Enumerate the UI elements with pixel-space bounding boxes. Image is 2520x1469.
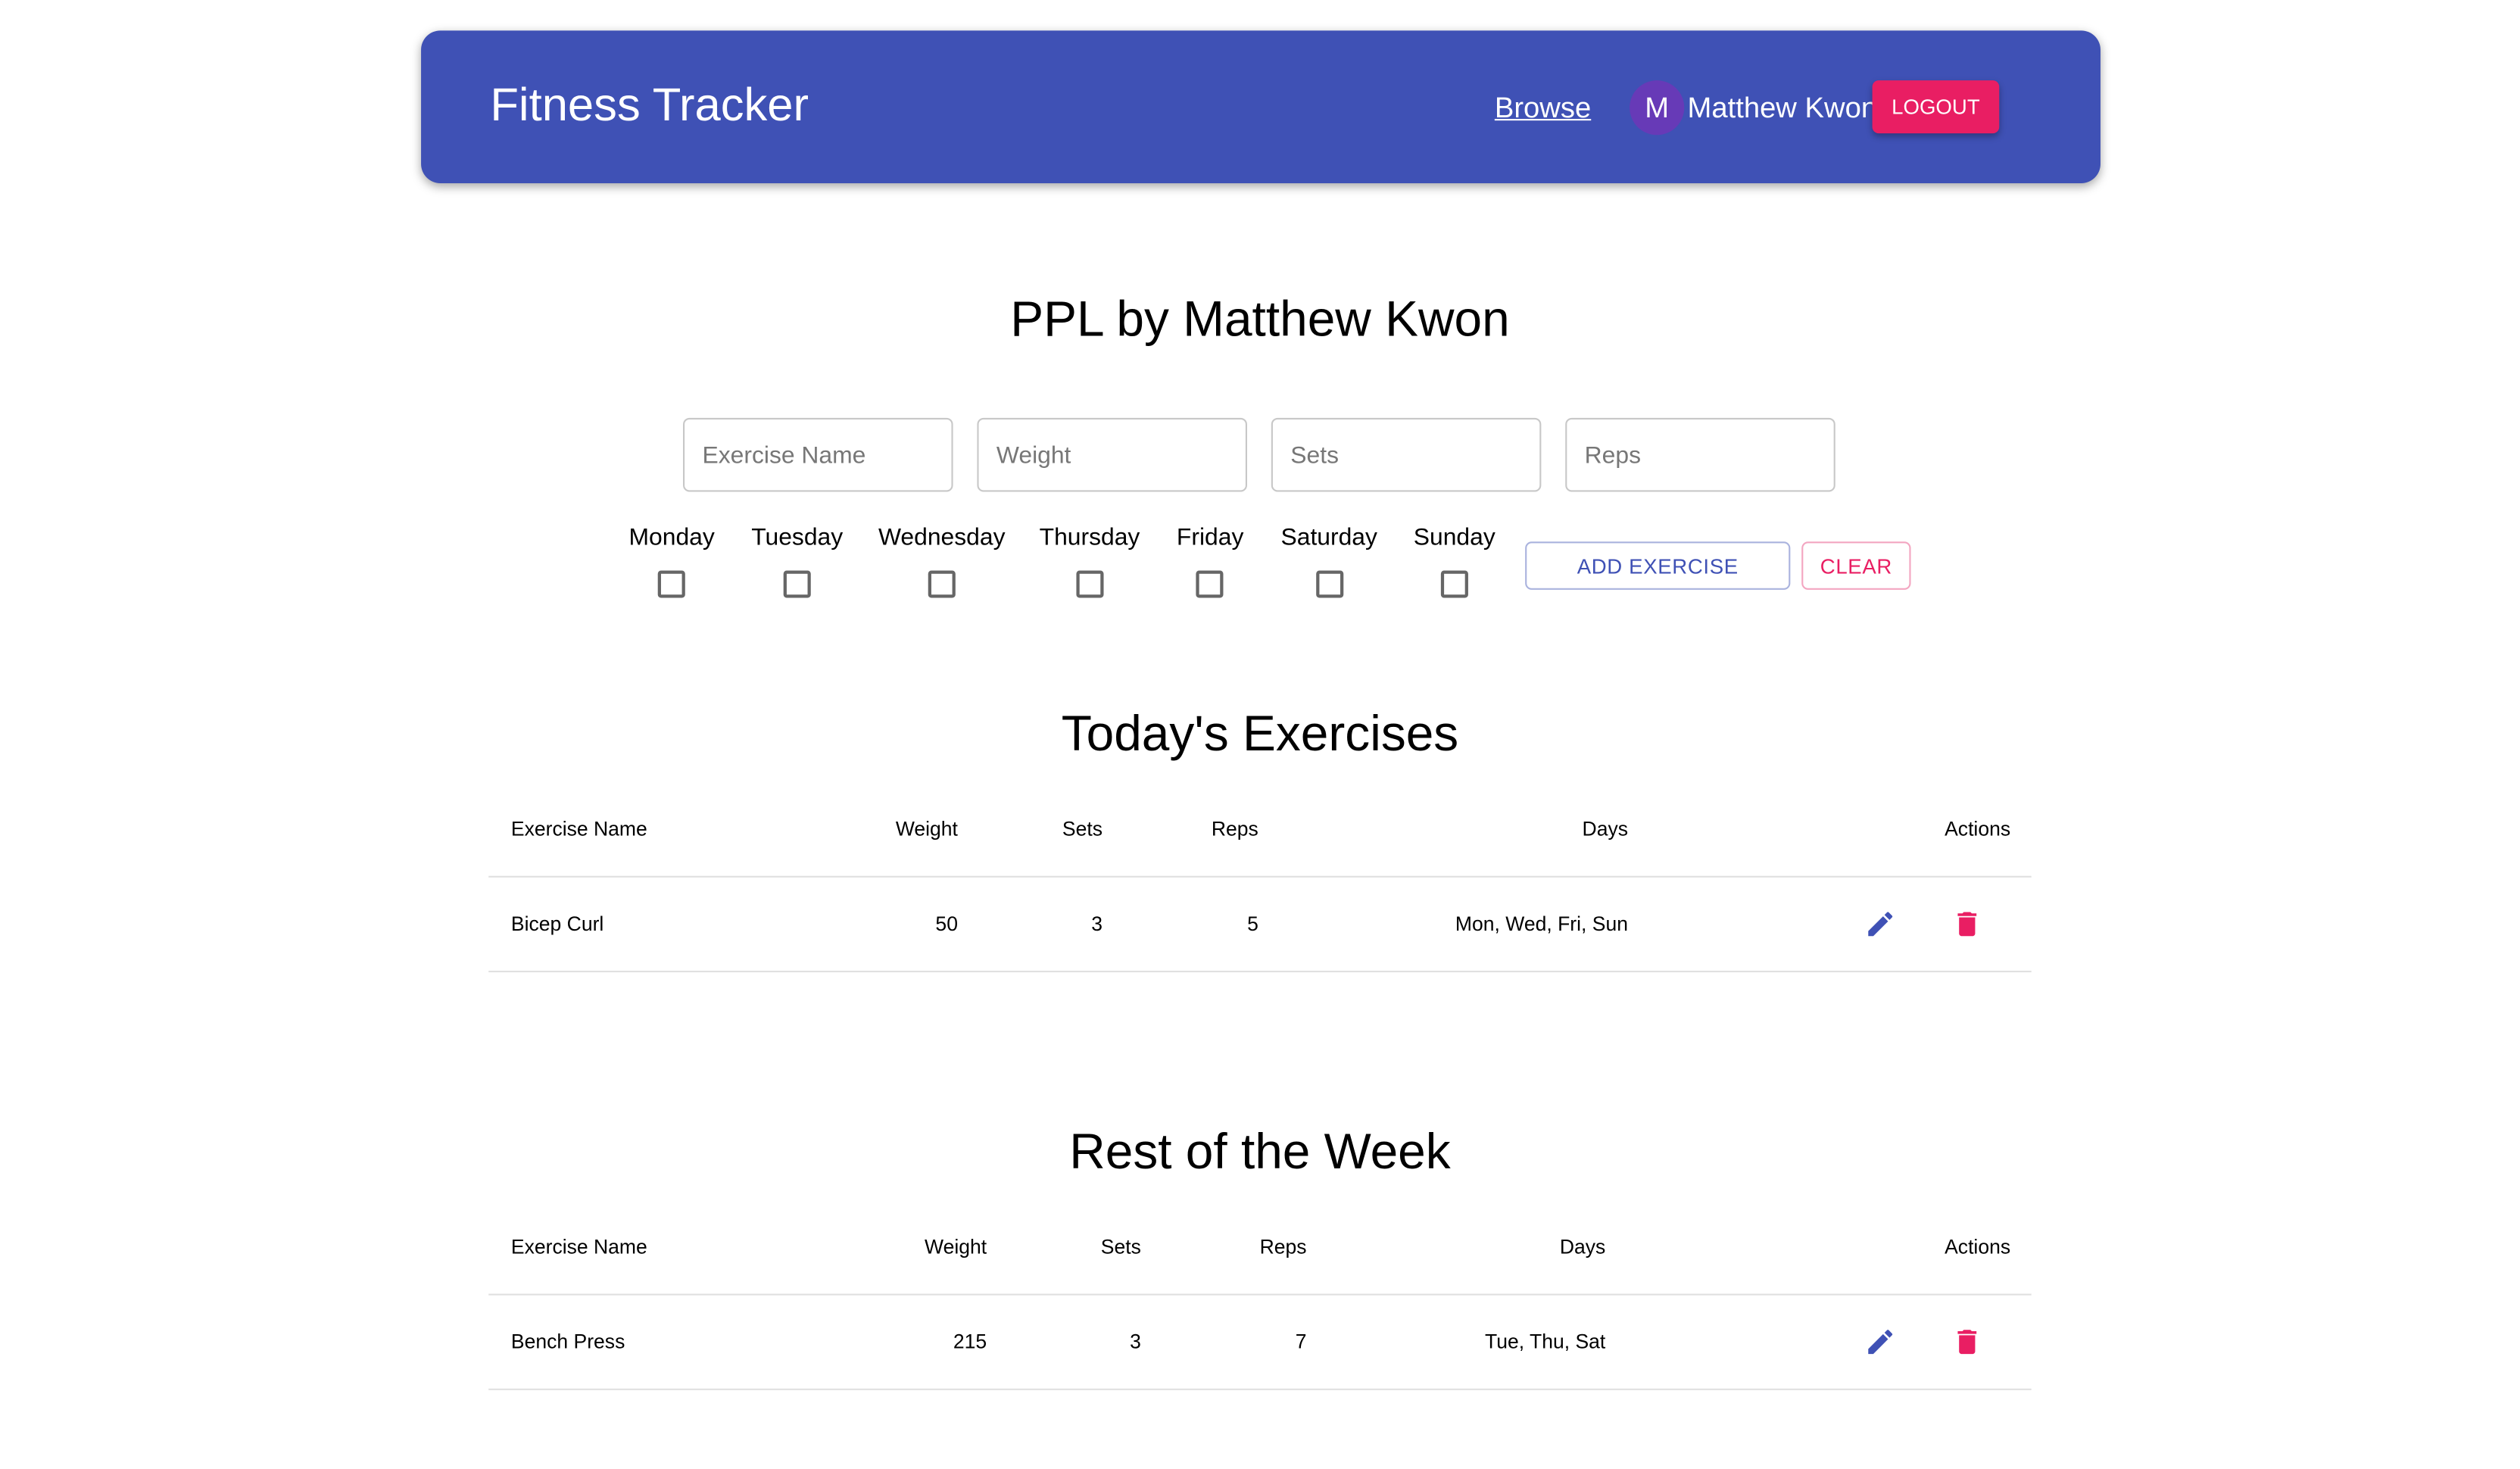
weight-cell: 50 (935, 912, 958, 936)
avatar: M (1630, 80, 1685, 136)
exercise-name-cell: Bicep Curl (510, 912, 604, 936)
col-sets: Sets (1100, 1236, 1141, 1258)
exercise-name-cell: Bench Press (510, 1330, 625, 1354)
monday-checkbox[interactable] (658, 570, 686, 598)
col-days: Days (1582, 818, 1628, 841)
todays-exercises-title: Today's Exercises (1061, 705, 1459, 763)
sunday-checkbox[interactable] (1440, 570, 1468, 598)
col-exercise-name: Exercise Name (510, 818, 647, 841)
day-thursday: Thursday (1040, 524, 1140, 604)
browse-link[interactable]: Browse (1495, 90, 1591, 126)
edit-button[interactable] (1864, 908, 1896, 940)
todays-exercises-table: Exercise Name Weight Sets Reps Days Acti… (488, 783, 2032, 973)
rest-of-week-title: Rest of the Week (1069, 1123, 1451, 1180)
day-monday: Monday (629, 524, 715, 604)
pencil-icon (1868, 912, 1893, 937)
day-label: Wednesday (878, 523, 1006, 551)
col-sets: Sets (1062, 818, 1102, 841)
col-weight: Weight (895, 818, 958, 841)
reps-input[interactable] (1565, 417, 1835, 492)
thursday-checkbox[interactable] (1075, 570, 1104, 598)
col-weight: Weight (925, 1236, 987, 1258)
trash-icon (1957, 1330, 1977, 1355)
col-reps: Reps (1259, 1236, 1307, 1258)
app-title: Fitness Tracker (490, 80, 809, 133)
edit-button[interactable] (1864, 1326, 1896, 1358)
col-days: Days (1559, 1236, 1606, 1258)
friday-checkbox[interactable] (1196, 570, 1224, 598)
exercise-name-input[interactable] (683, 417, 953, 492)
table-header: Exercise Name Weight Sets Reps Days Acti… (488, 1200, 2032, 1296)
trash-icon (1957, 912, 1977, 937)
days-cell: Mon, Wed, Fri, Sun (1455, 912, 1628, 936)
logout-button[interactable]: LOGOUT (1872, 80, 2000, 134)
add-exercise-button[interactable]: ADD EXERCISE (1525, 541, 1791, 590)
delete-button[interactable] (1951, 908, 1983, 940)
day-label: Sunday (1413, 523, 1495, 551)
day-tuesday: Tuesday (751, 524, 843, 604)
col-exercise-name: Exercise Name (510, 1236, 647, 1258)
tuesday-checkbox[interactable] (783, 570, 811, 598)
day-label: Saturday (1280, 523, 1377, 551)
sets-cell: 3 (1130, 1330, 1141, 1354)
reps-cell: 7 (1295, 1330, 1307, 1354)
routine-title: PPL by Matthew Kwon (1010, 291, 1510, 348)
sets-cell: 3 (1091, 912, 1102, 936)
table-header: Exercise Name Weight Sets Reps Days Acti… (488, 783, 2032, 878)
day-label: Tuesday (751, 523, 844, 551)
col-reps: Reps (1211, 818, 1258, 841)
wednesday-checkbox[interactable] (928, 570, 956, 598)
app-bar: Fitness Tracker Browse M Matthew Kwon LO… (421, 30, 2101, 183)
weight-input[interactable] (977, 417, 1247, 492)
table-row: Bench Press 215 3 7 Tue, Thu, Sat (488, 1296, 2032, 1390)
saturday-checkbox[interactable] (1315, 570, 1343, 598)
days-cell: Tue, Thu, Sat (1484, 1330, 1606, 1354)
day-saturday: Saturday (1281, 524, 1377, 604)
pencil-icon (1868, 1330, 1893, 1355)
day-friday: Friday (1177, 524, 1243, 604)
day-wednesday: Wednesday (878, 524, 1006, 604)
day-sunday: Sunday (1414, 524, 1495, 604)
username: Matthew Kwon (1687, 91, 1878, 124)
day-label: Friday (1176, 523, 1244, 551)
day-label: Thursday (1039, 523, 1140, 551)
sets-input[interactable] (1271, 417, 1542, 492)
delete-button[interactable] (1951, 1326, 1983, 1358)
clear-button[interactable]: CLEAR (1801, 541, 1911, 590)
col-actions: Actions (1945, 818, 2011, 841)
rest-of-week-table: Exercise Name Weight Sets Reps Days Acti… (488, 1200, 2032, 1390)
weight-cell: 215 (953, 1330, 987, 1354)
day-label: Monday (628, 523, 715, 551)
table-row: Bicep Curl 50 3 5 Mon, Wed, Fri, Sun (488, 878, 2032, 973)
col-actions: Actions (1945, 1236, 2011, 1258)
reps-cell: 5 (1247, 912, 1258, 936)
